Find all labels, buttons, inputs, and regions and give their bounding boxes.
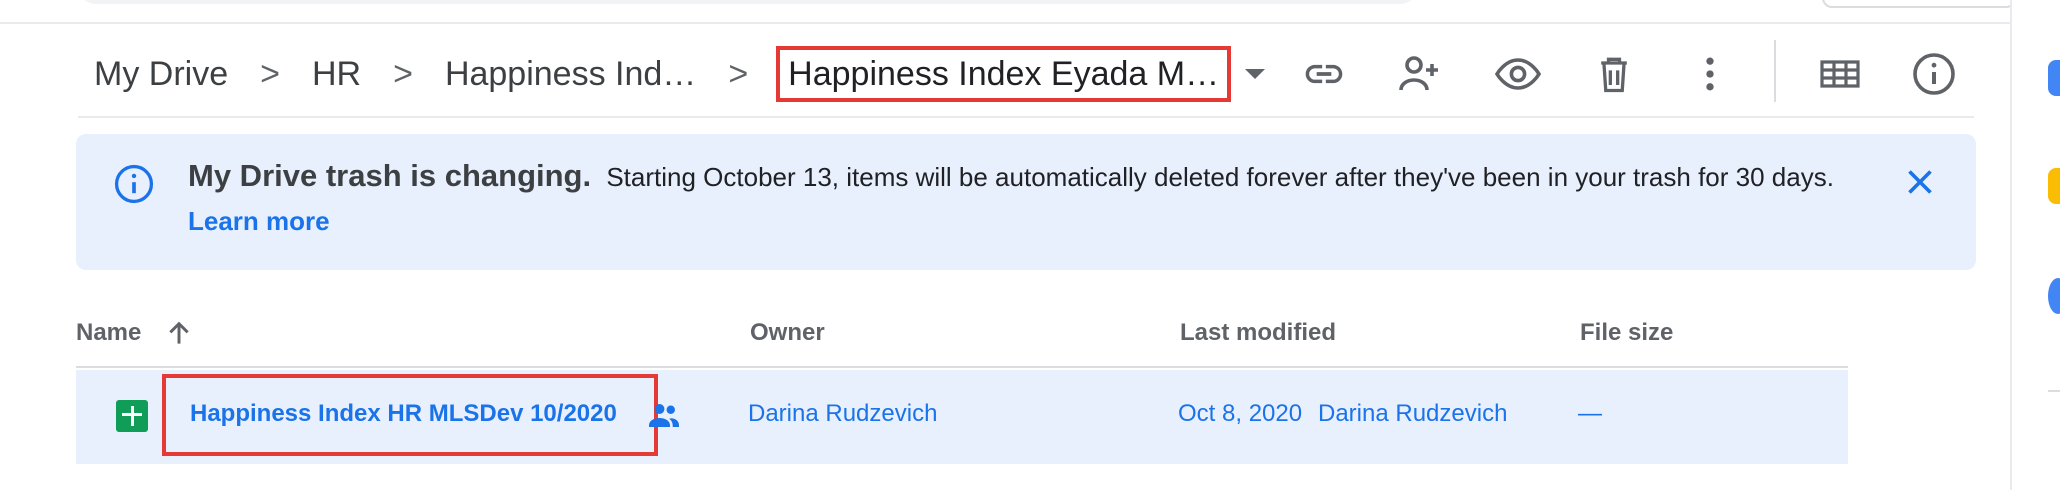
table-row[interactable]: Happiness Index HR MLSDev 10/2020 Darina… <box>76 370 1848 464</box>
chevron-right-icon: > <box>728 54 749 93</box>
google-sheets-icon <box>116 400 148 432</box>
keep-icon[interactable] <box>2048 168 2060 204</box>
preview-button[interactable] <box>1494 50 1542 98</box>
search-bar-edge[interactable] <box>78 0 1418 4</box>
trash-policy-banner: My Drive trash is changing. Starting Oct… <box>76 134 1976 270</box>
grid-view-button[interactable] <box>1816 50 1864 98</box>
banner-body: Starting October 13, items will be autom… <box>606 162 1834 192</box>
calendar-icon[interactable] <box>2048 60 2060 96</box>
more-actions-button[interactable] <box>1686 50 1734 98</box>
side-panel <box>2010 0 2060 490</box>
column-header-name-label: Name <box>76 319 142 346</box>
grid-view-icon <box>1820 60 1860 88</box>
column-header-owner[interactable]: Owner <box>750 300 825 366</box>
chevron-right-icon: > <box>260 54 280 93</box>
eye-icon <box>1494 58 1542 90</box>
banner-headline: My Drive trash is changing. <box>188 158 592 193</box>
breadcrumb-divider <box>78 116 1974 118</box>
view-details-button[interactable] <box>1910 50 1958 98</box>
remove-button[interactable] <box>1590 50 1638 98</box>
dismiss-banner-button[interactable] <box>1898 160 1942 204</box>
file-owner[interactable]: Darina Rudzevich <box>748 400 937 428</box>
file-size: — <box>1578 400 1602 427</box>
dropdown-caret-icon[interactable] <box>1245 69 1266 79</box>
banner-text: My Drive trash is changing. Starting Oct… <box>188 154 1908 243</box>
chevron-right-icon: > <box>393 54 413 93</box>
breadcrumb-item-my-drive[interactable]: My Drive <box>94 55 228 94</box>
column-header-name[interactable]: Name <box>76 300 195 366</box>
get-link-button[interactable] <box>1300 50 1348 98</box>
file-modified-date: Oct 8, 2020 <box>1178 400 1303 427</box>
file-list-header: Name Owner Last modified File size <box>76 300 1848 368</box>
breadcrumb: My Drive > HR > Happiness Ind… > Happine… <box>94 36 1266 112</box>
info-icon <box>1913 53 1955 95</box>
column-header-last-modified[interactable]: Last modified <box>1180 300 1336 366</box>
info-icon <box>114 164 154 204</box>
link-icon <box>1305 64 1343 84</box>
side-panel-divider <box>2048 390 2060 392</box>
tasks-icon[interactable] <box>2048 278 2060 314</box>
top-app-bar-edge <box>0 0 2016 24</box>
current-folder-title[interactable]: Happiness Index Eyada M… <box>776 46 1232 102</box>
toolbar-divider <box>1774 40 1776 102</box>
column-header-file-size[interactable]: File size <box>1580 300 1673 366</box>
close-icon <box>1908 170 1932 194</box>
share-button[interactable] <box>1396 50 1444 98</box>
current-folder-label: Happiness Index Eyada M… <box>788 54 1220 93</box>
account-area-edge[interactable] <box>1822 0 2016 8</box>
add-person-icon <box>1399 56 1438 91</box>
breadcrumb-item-happiness-index[interactable]: Happiness Ind… <box>445 55 696 94</box>
arrow-up-icon[interactable] <box>163 317 195 349</box>
trash-icon <box>1601 57 1627 93</box>
breadcrumb-item-hr[interactable]: HR <box>312 55 361 94</box>
shared-people-icon <box>649 404 679 427</box>
file-name[interactable]: Happiness Index HR MLSDev 10/2020 <box>190 400 617 428</box>
file-modified-by[interactable]: Darina Rudzevich <box>1318 400 1507 428</box>
more-vert-icon <box>1706 57 1714 91</box>
learn-more-link[interactable]: Learn more <box>188 206 330 236</box>
